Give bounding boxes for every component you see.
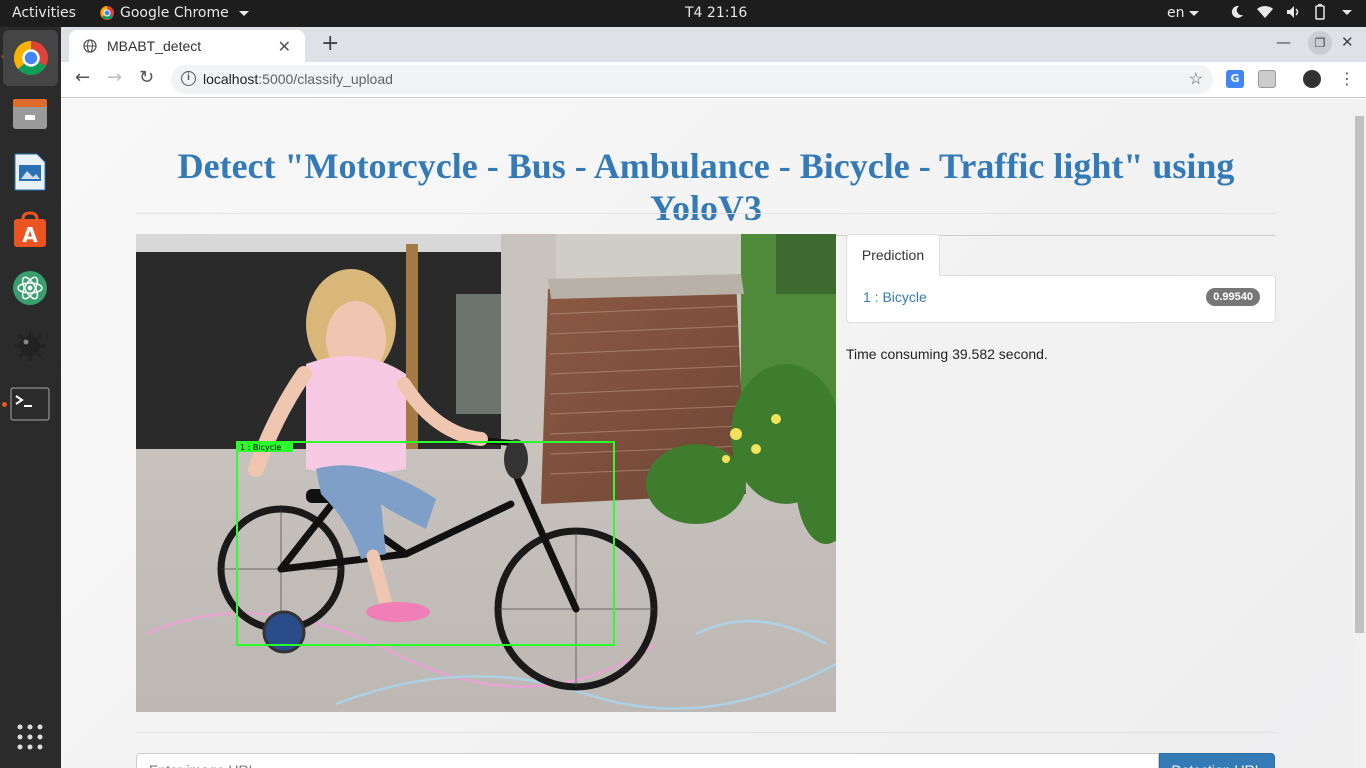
grid-icon: [17, 724, 43, 750]
reload-button[interactable]: ↻: [139, 67, 154, 88]
tab-strip: MBABT_detect ✕ + — ❐ ✕: [61, 27, 1366, 62]
wifi-icon: [1257, 5, 1273, 19]
tab-close-icon[interactable]: ✕: [278, 37, 291, 57]
image-url-input[interactable]: [136, 753, 1159, 768]
dock-terminal[interactable]: [8, 382, 52, 426]
translate-icon[interactable]: G: [1226, 70, 1244, 88]
restore-button[interactable]: ❐: [1308, 31, 1332, 55]
activities-button[interactable]: Activities: [12, 5, 76, 21]
dock-files[interactable]: [8, 92, 52, 136]
show-applications-button[interactable]: [8, 715, 52, 759]
tab-prediction[interactable]: Prediction: [846, 234, 940, 276]
divider: [136, 213, 1276, 214]
mine-icon: [15, 331, 45, 361]
forward-button[interactable]: →: [107, 67, 122, 88]
dock-software[interactable]: A: [8, 208, 52, 252]
chevron-down-icon: [1342, 9, 1352, 15]
prediction-label[interactable]: 1 : Bicycle: [863, 289, 927, 305]
chrome-small-icon: [100, 6, 114, 20]
globe-icon: [83, 39, 97, 53]
confidence-badge: 0.99540: [1206, 288, 1260, 306]
detection-result-image: 1 : Bicycle: [136, 234, 836, 712]
app-menu-label: Google Chrome: [120, 5, 229, 21]
prediction-list: 1 : Bicycle 0.99540: [846, 275, 1276, 323]
language-indicator[interactable]: en: [1167, 5, 1199, 21]
chrome-icon: [13, 40, 48, 76]
minimize-button[interactable]: —: [1276, 33, 1291, 51]
dock: A: [0, 27, 61, 768]
tab-title: MBABT_detect: [107, 38, 202, 54]
files-icon: [13, 99, 47, 129]
scrollbar-thumb[interactable]: [1355, 116, 1364, 633]
app-menu[interactable]: Google Chrome: [100, 5, 249, 21]
detection-url-button[interactable]: Detection URL: [1159, 753, 1275, 768]
volume-icon: [1287, 6, 1299, 18]
new-tab-button[interactable]: +: [321, 31, 339, 56]
scrollbar[interactable]: [1353, 99, 1366, 768]
system-tray[interactable]: [1230, 4, 1352, 20]
running-indicator: [2, 402, 7, 407]
night-light-icon: [1231, 5, 1243, 18]
browser-toolbar: ← → ↻ i localhost:5000/classify_upload ☆…: [61, 62, 1366, 98]
battery-icon: [1315, 4, 1325, 20]
address-bar[interactable]: i localhost:5000/classify_upload ☆: [171, 65, 1213, 94]
back-button[interactable]: ←: [75, 67, 90, 88]
chevron-down-icon: [1188, 10, 1199, 16]
info-icon[interactable]: i: [181, 71, 196, 86]
url-path: :5000/classify_upload: [258, 71, 393, 87]
top-bar: Activities Google Chrome T4 21:16 en: [0, 0, 1366, 27]
dock-atom[interactable]: [8, 266, 52, 310]
browser-window: MBABT_detect ✕ + — ❐ ✕ ← → ↻ i localhost…: [61, 27, 1366, 768]
dock-mines[interactable]: [8, 324, 52, 368]
url-text: localhost:5000/classify_upload: [203, 71, 393, 87]
svg-text:A: A: [22, 223, 38, 247]
url-host: localhost: [203, 71, 259, 87]
terminal-icon: [10, 387, 50, 421]
browser-tab[interactable]: MBABT_detect ✕: [69, 30, 305, 62]
detection-box-label: 1 : Bicycle: [240, 443, 281, 452]
bookmark-star-icon[interactable]: ☆: [1189, 69, 1203, 89]
menu-kebab-icon[interactable]: ⋮: [1339, 69, 1355, 88]
close-window-button[interactable]: ✕: [1341, 33, 1354, 51]
time-consuming-text: Time consuming 39.582 second.: [846, 346, 1048, 362]
profile-avatar[interactable]: [1303, 70, 1321, 88]
page-content: Detect "Motorcycle - Bus - Ambulance - B…: [61, 99, 1353, 768]
page-title: Detect "Motorcycle - Bus - Ambulance - B…: [137, 145, 1275, 236]
language-label: en: [1167, 5, 1185, 21]
divider: [136, 732, 1276, 733]
document-icon: [14, 153, 46, 191]
dock-chrome[interactable]: [3, 30, 58, 86]
extension-icon[interactable]: [1258, 70, 1276, 88]
atom-icon: [13, 271, 47, 305]
chevron-down-icon: [238, 10, 249, 16]
dock-writer[interactable]: [8, 150, 52, 194]
clock[interactable]: T4 21:16: [685, 5, 747, 21]
software-center-icon: A: [14, 211, 46, 247]
